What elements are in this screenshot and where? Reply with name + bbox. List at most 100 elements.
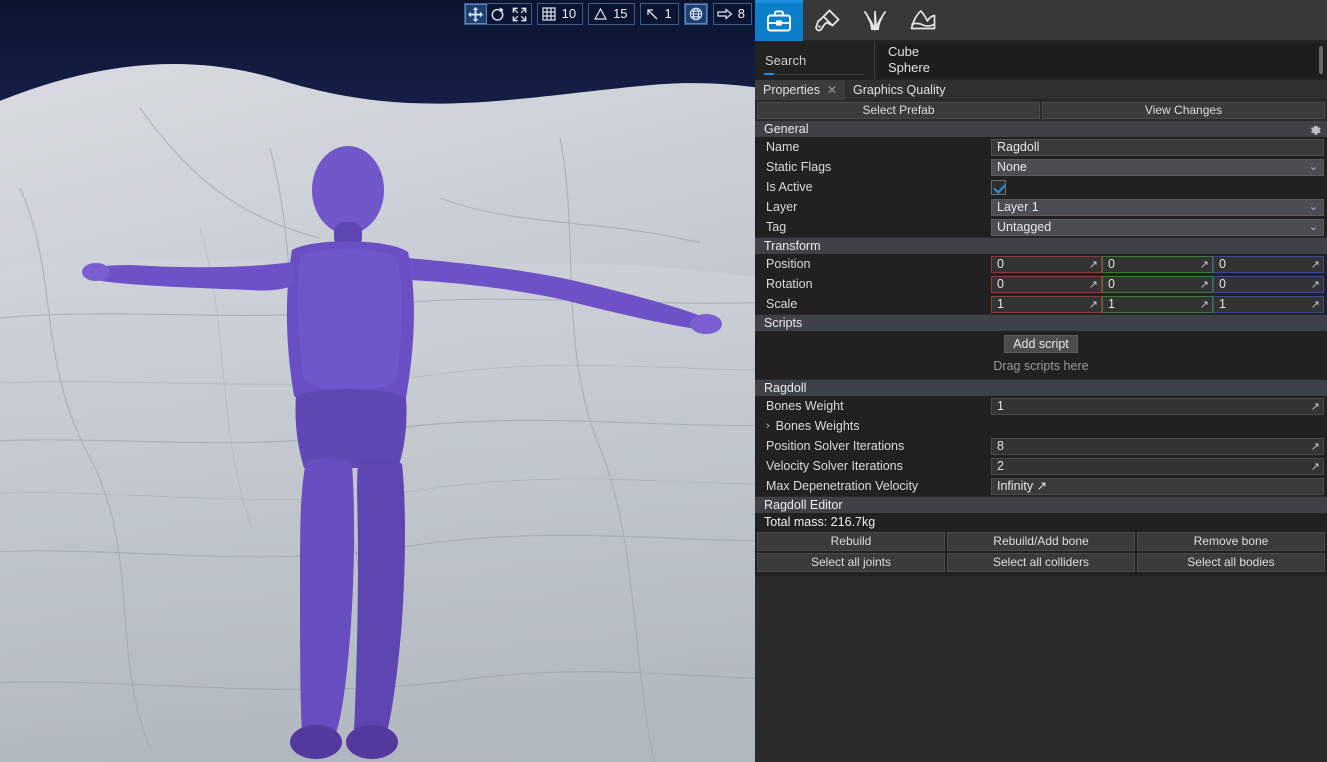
- list-item[interactable]: Cube: [878, 44, 1325, 60]
- tab-properties-label: Properties: [763, 82, 820, 97]
- select-all-bodies-button[interactable]: Select all bodies: [1137, 553, 1325, 572]
- velocity-solver-iterations-value: 2: [997, 458, 1004, 473]
- angle-icon[interactable]: [589, 4, 611, 24]
- expand-icon[interactable]: ↗: [1089, 298, 1098, 312]
- transform-tool-group[interactable]: [463, 3, 532, 25]
- expand-icon[interactable]: ↗: [1200, 258, 1209, 272]
- scene-viewport[interactable]: 10 15 1 8: [0, 0, 755, 762]
- camera-speed-group[interactable]: 8: [712, 3, 752, 25]
- rotation-y-field[interactable]: 0 ↗: [1102, 275, 1213, 293]
- rotation-x-field[interactable]: 0 ↗: [991, 275, 1102, 293]
- object-list[interactable]: Cube Sphere: [878, 44, 1325, 78]
- grid-snap-group[interactable]: 10: [536, 3, 584, 25]
- grid-icon[interactable]: [538, 4, 560, 24]
- general-rows: Name Ragdoll Static Flags None ⌄ Is Acti…: [755, 137, 1327, 237]
- chevron-down-icon: ⌄: [1308, 220, 1318, 233]
- bones-weight-value: 1: [997, 398, 1004, 413]
- editor-button-row-2[interactable]: Select all joints Select all colliders S…: [755, 553, 1327, 574]
- toolbox-icon: [767, 9, 791, 31]
- select-all-joints-button[interactable]: Select all joints: [757, 553, 945, 572]
- mode-toolbar[interactable]: [755, 0, 1327, 41]
- space-toggle-group[interactable]: [683, 3, 708, 25]
- expand-icon[interactable]: ↗: [1311, 460, 1320, 474]
- panel-empty-area: [755, 625, 1327, 762]
- expand-icon[interactable]: ↗: [1200, 298, 1209, 312]
- editor-window: 10 15 1 8 Search Cube Sphere Properties …: [0, 0, 1327, 762]
- rotate-tool[interactable]: [487, 4, 509, 24]
- grass-icon: [863, 10, 887, 30]
- prefab-button-row[interactable]: Select Prefab View Changes: [755, 100, 1327, 120]
- scripts-body[interactable]: Add script Drag scripts here: [755, 331, 1327, 379]
- globe-icon[interactable]: [684, 4, 707, 24]
- bones-weight-field[interactable]: 1 ↗: [991, 397, 1324, 415]
- static-flags-dropdown[interactable]: None ⌄: [991, 158, 1324, 176]
- layer-value: Layer 1: [997, 199, 1039, 214]
- position-x-field[interactable]: 0 ↗: [991, 255, 1102, 273]
- scale-x-field[interactable]: 1 ↗: [991, 295, 1102, 313]
- scale-z-field[interactable]: 1 ↗: [1213, 295, 1324, 313]
- select-prefab-button[interactable]: Select Prefab: [757, 102, 1040, 119]
- mountain-icon: [910, 9, 936, 29]
- list-item[interactable]: Sphere: [878, 60, 1325, 76]
- rotation-z-field[interactable]: 0 ↗: [1213, 275, 1324, 293]
- arrow-right-icon[interactable]: [714, 4, 736, 24]
- add-script-button[interactable]: Add script: [1004, 335, 1078, 353]
- close-icon[interactable]: ✕: [827, 84, 837, 96]
- search-input[interactable]: [755, 53, 874, 68]
- mode-foliage[interactable]: [851, 0, 899, 41]
- ragdoll-character[interactable]: [0, 0, 755, 762]
- max-depenetration-velocity-field[interactable]: Infinity ↗: [991, 477, 1324, 495]
- layer-dropdown[interactable]: Layer 1 ⌄: [991, 198, 1324, 216]
- tab-properties[interactable]: Properties ✕: [755, 79, 846, 100]
- section-header-ragdoll: Ragdoll: [755, 379, 1327, 396]
- tab-graphics-quality[interactable]: Graphics Quality: [845, 80, 953, 100]
- select-all-colliders-button[interactable]: Select all colliders: [947, 553, 1135, 572]
- editor-button-row-1[interactable]: Rebuild Rebuild/Add bone Remove bone: [755, 532, 1327, 553]
- active-mode-indicator: [755, 0, 803, 3]
- label-velocity-solver-iterations: Velocity Solver Iterations: [766, 459, 903, 473]
- mode-paint[interactable]: [803, 0, 851, 41]
- view-changes-button[interactable]: View Changes: [1042, 102, 1325, 119]
- position-solver-iterations-field[interactable]: 8 ↗: [991, 437, 1324, 455]
- tag-dropdown[interactable]: Untagged ⌄: [991, 218, 1324, 236]
- mode-objects[interactable]: [755, 0, 803, 41]
- bones-weights-tree-row[interactable]: › Bones Weights: [755, 416, 1327, 436]
- search-container[interactable]: [755, 0, 875, 80]
- drag-scripts-hint: Drag scripts here: [993, 359, 1089, 373]
- position-y-value: 0: [1108, 256, 1115, 271]
- rebuild-button[interactable]: Rebuild: [757, 532, 945, 551]
- expand-icon[interactable]: ↗: [1089, 258, 1098, 272]
- expand-icon[interactable]: ↗: [1311, 400, 1320, 414]
- expand-icon[interactable]: ↗: [1311, 278, 1320, 292]
- is-active-checkbox[interactable]: [991, 179, 1006, 195]
- position-y-field[interactable]: 0 ↗: [1102, 255, 1213, 273]
- name-field[interactable]: Ragdoll: [991, 138, 1324, 156]
- list-scrollbar[interactable]: [1319, 46, 1323, 74]
- mode-terrain[interactable]: [899, 0, 947, 41]
- expand-icon[interactable]: ↗: [1311, 440, 1320, 454]
- total-mass-label: Total mass: 216.7kg: [755, 513, 1327, 532]
- expand-icon[interactable]: ↗: [1089, 278, 1098, 292]
- viewport-toolbar[interactable]: 10 15 1 8: [463, 3, 752, 25]
- remove-bone-button[interactable]: Remove bone: [1137, 532, 1325, 551]
- scale-y-field[interactable]: 1 ↗: [1102, 295, 1213, 313]
- label-name: Name: [766, 140, 800, 154]
- gear-icon[interactable]: [1309, 123, 1321, 140]
- position-z-field[interactable]: 0 ↗: [1213, 255, 1324, 273]
- tab-graphics-quality-label: Graphics Quality: [853, 82, 946, 97]
- tab-bar[interactable]: Properties ✕ Graphics Quality: [755, 79, 1327, 100]
- paintbrush-icon: [815, 8, 840, 31]
- move-tool[interactable]: [464, 4, 487, 24]
- scale-snap-group[interactable]: 1: [639, 3, 679, 25]
- expand-icon[interactable]: ↗: [1311, 258, 1320, 272]
- angle-snap-group[interactable]: 15: [588, 3, 635, 25]
- scale-tool[interactable]: [509, 4, 531, 24]
- velocity-solver-iterations-field[interactable]: 2 ↗: [991, 457, 1324, 475]
- expand-icon[interactable]: ↗: [1200, 278, 1209, 292]
- diagonal-arrow-icon[interactable]: [641, 4, 663, 24]
- scale-z-value: 1: [1219, 296, 1226, 311]
- rebuild-add-bone-button[interactable]: Rebuild/Add bone: [947, 532, 1135, 551]
- expand-icon[interactable]: ↗: [1311, 298, 1320, 312]
- expand-icon[interactable]: ↗: [1037, 479, 1047, 493]
- chevron-right-icon[interactable]: ›: [766, 420, 770, 432]
